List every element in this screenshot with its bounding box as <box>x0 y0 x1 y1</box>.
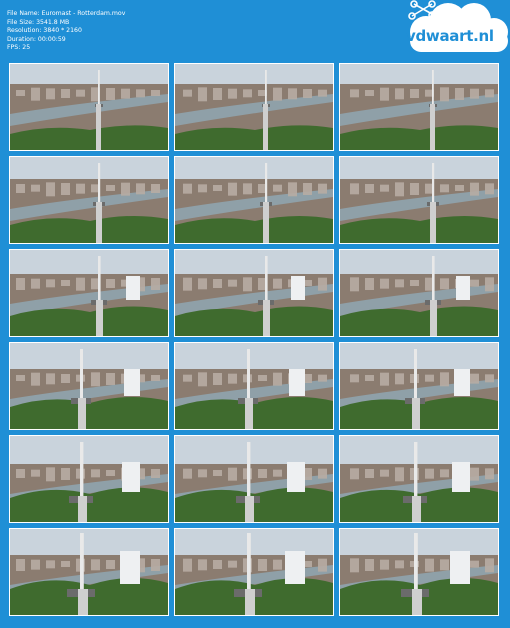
thumbnail-frame-13[interactable] <box>9 435 169 523</box>
thumbnail-frame-04[interactable] <box>9 156 169 244</box>
thumbnail-frame-02[interactable] <box>174 63 334 151</box>
vdwaart-logo: vdwaart.nl <box>398 0 510 58</box>
thumbnail-frame-09[interactable] <box>339 249 499 337</box>
thumbnail-frame-01[interactable] <box>9 63 169 151</box>
thumbnail-frame-07[interactable] <box>9 249 169 337</box>
thumbnail-frame-05[interactable] <box>174 156 334 244</box>
thumbnail-frame-16[interactable] <box>9 528 169 616</box>
file-size: File Size: 3541.8 MB <box>7 18 70 26</box>
fps: FPS: 25 <box>7 44 31 52</box>
thumbnail-frame-15[interactable] <box>339 435 499 523</box>
header: File Name: Euromast - Rotterdam.mov File… <box>0 0 510 62</box>
thumbnail-frame-14[interactable] <box>174 435 334 523</box>
file-name: File Name: Euromast - Rotterdam.mov <box>7 10 126 17</box>
logo-text: vdwaart.nl <box>406 27 494 45</box>
thumbnail-frame-06[interactable] <box>339 156 499 244</box>
thumbnail-frame-11[interactable] <box>174 342 334 430</box>
duration: Duration: 00:00:59 <box>7 35 66 43</box>
thumbnail-frame-18[interactable] <box>339 528 499 616</box>
thumbnail-frame-03[interactable] <box>339 63 499 151</box>
thumbnail-frame-08[interactable] <box>174 249 334 337</box>
thumbnail-grid <box>9 63 499 616</box>
file-metadata: File Name: Euromast - Rotterdam.mov File… <box>7 10 125 53</box>
thumbnail-frame-10[interactable] <box>9 342 169 430</box>
resolution: Resolution: 3840 * 2160 <box>7 27 82 35</box>
thumbnail-frame-12[interactable] <box>339 342 499 430</box>
thumbnail-frame-17[interactable] <box>174 528 334 616</box>
